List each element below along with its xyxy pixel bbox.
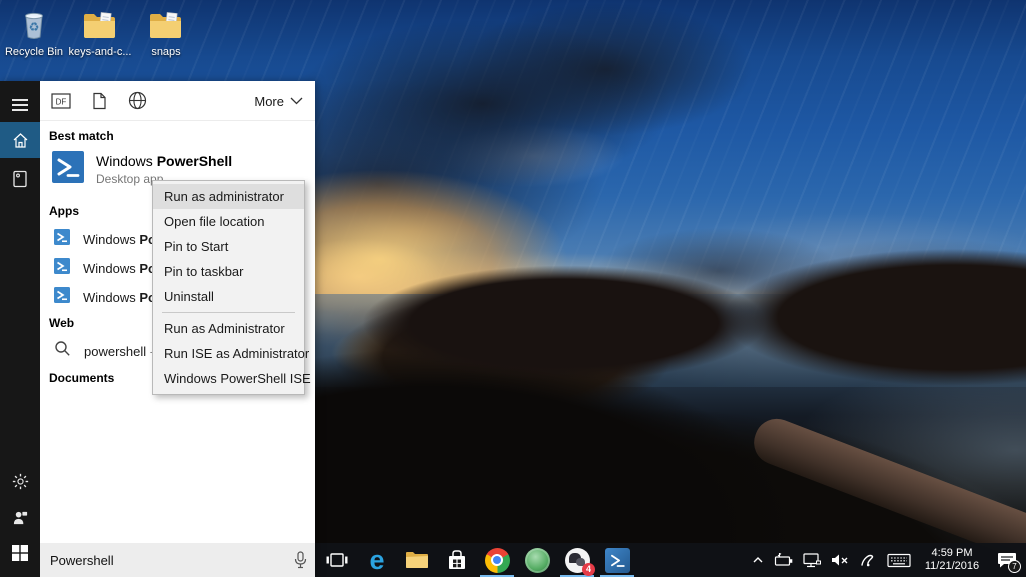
web-section-label: Web: [49, 316, 74, 330]
menu-item-windows-powershell-ise[interactable]: Windows PowerShell ISE: [153, 366, 304, 391]
search-filter-bar: DF More: [40, 81, 315, 121]
store-button[interactable]: [437, 543, 477, 577]
microphone-icon[interactable]: [285, 551, 315, 569]
system-tray: 4:59 PM 11/21/2016 7: [746, 543, 1026, 577]
filter-web-button[interactable]: [120, 86, 154, 116]
documents-section-label: Documents: [49, 371, 114, 385]
powershell-icon: [54, 258, 70, 279]
chevron-up-icon: [751, 553, 765, 567]
folder-icon: [146, 6, 186, 44]
powershell-icon: [605, 548, 630, 573]
home-icon: [12, 132, 29, 149]
journal-icon: [12, 170, 28, 188]
chevron-down-icon: [290, 97, 303, 105]
chrome-icon: [485, 548, 510, 573]
edge-button[interactable]: e: [357, 543, 397, 577]
result-title-bold: PowerShell: [157, 153, 232, 169]
file-explorer-button[interactable]: [397, 543, 437, 577]
taskbar-apps: e: [317, 543, 637, 577]
menu-item-pin-to-start[interactable]: Pin to Start: [153, 234, 304, 259]
green-app-icon: [525, 548, 550, 573]
search-input[interactable]: [40, 553, 285, 568]
search-box: [40, 543, 315, 577]
battery-icon: [774, 552, 794, 568]
filter-documents-button[interactable]: [82, 86, 116, 116]
desktop-icon-label: Recycle Bin: [5, 46, 63, 58]
windows-logo-icon: [12, 545, 28, 561]
svg-text:DF: DF: [56, 97, 67, 106]
powershell-icon: [54, 287, 70, 308]
menu-item-open-file-location[interactable]: Open file location: [153, 209, 304, 234]
desktop-icon-keys-folder[interactable]: keys-and-c...: [72, 6, 128, 58]
recycle-bin-icon: ♻: [14, 6, 54, 44]
globe-filter-icon: [128, 91, 147, 110]
hamburger-icon: [11, 98, 29, 112]
action-center-button[interactable]: 7: [988, 543, 1026, 577]
tray-volume-muted[interactable]: [826, 543, 854, 577]
feedback-person-icon: [12, 509, 29, 526]
edge-icon: e: [369, 548, 384, 573]
best-match-label: Best match: [49, 129, 114, 143]
menu-item-run-ise-as-administrator[interactable]: Run ISE as Administrator: [153, 341, 304, 366]
filter-apps-button[interactable]: DF: [44, 86, 78, 116]
network-icon: [802, 551, 822, 569]
rail-settings-button[interactable]: [0, 463, 40, 499]
menu-item-pin-to-taskbar[interactable]: Pin to taskbar: [153, 259, 304, 284]
menu-separator: [162, 312, 295, 313]
clock-time: 4:59 PM: [925, 547, 979, 560]
app-result-text: Windows: [83, 232, 139, 247]
apps-section-label: Apps: [49, 204, 79, 218]
tray-battery[interactable]: [770, 543, 798, 577]
search-rail: [0, 81, 40, 577]
green-app-button[interactable]: [517, 543, 557, 577]
desktop: ♻ Recycle Bin keys-and-c...: [0, 0, 1026, 577]
app-result-text: Windows: [83, 290, 139, 305]
rail-home-button[interactable]: [0, 122, 40, 158]
powershell-icon: [54, 229, 70, 250]
context-menu: Run as administrator Open file location …: [152, 180, 305, 395]
file-explorer-icon: [404, 548, 430, 572]
powershell-taskbar-button[interactable]: [597, 543, 637, 577]
task-view-button[interactable]: [317, 543, 357, 577]
speaker-muted-icon: [830, 552, 850, 568]
tray-touch-keyboard[interactable]: [882, 543, 916, 577]
menu-item-run-as-administrator-2[interactable]: Run as Administrator: [153, 316, 304, 341]
more-filters-button[interactable]: More: [254, 81, 303, 121]
desktop-icon-recycle-bin[interactable]: ♻ Recycle Bin: [6, 6, 62, 58]
chat-app-button[interactable]: 4: [557, 543, 597, 577]
apps-filter-icon: DF: [51, 93, 71, 109]
pen-icon: [858, 551, 878, 569]
result-title: Windows: [96, 153, 157, 169]
action-center-badge: 7: [1008, 560, 1021, 573]
powershell-icon: [52, 151, 84, 188]
keyboard-icon: [887, 552, 911, 569]
desktop-icons: ♻ Recycle Bin keys-and-c...: [6, 6, 194, 58]
desktop-icon-snaps-folder[interactable]: snaps: [138, 6, 194, 58]
tray-network[interactable]: [798, 543, 826, 577]
task-view-icon: [325, 548, 349, 572]
rail-journal-button[interactable]: [0, 161, 40, 197]
tray-windows-ink[interactable]: [854, 543, 882, 577]
more-label: More: [254, 94, 284, 109]
menu-item-run-as-administrator[interactable]: Run as administrator: [153, 184, 304, 209]
gear-icon: [12, 473, 29, 490]
app-result-text: Windows: [83, 261, 139, 276]
notification-badge: 4: [582, 563, 595, 576]
document-filter-icon: [92, 92, 107, 110]
clock-date: 11/21/2016: [925, 560, 979, 573]
tray-clock[interactable]: 4:59 PM 11/21/2016: [916, 543, 988, 577]
store-icon: [445, 548, 469, 572]
chrome-button[interactable]: [477, 543, 517, 577]
rail-feedback-button[interactable]: [0, 499, 40, 535]
folder-icon: [80, 6, 120, 44]
svg-text:♻: ♻: [29, 20, 40, 34]
search-icon: [54, 340, 71, 362]
menu-item-uninstall[interactable]: Uninstall: [153, 284, 304, 309]
start-button[interactable]: [0, 535, 40, 571]
web-result-query: powershell: [84, 344, 146, 359]
desktop-icon-label: snaps: [151, 46, 180, 58]
tray-show-hidden-icons[interactable]: [746, 543, 770, 577]
desktop-icon-label: keys-and-c...: [69, 46, 132, 58]
hamburger-menu-button[interactable]: [0, 87, 40, 123]
